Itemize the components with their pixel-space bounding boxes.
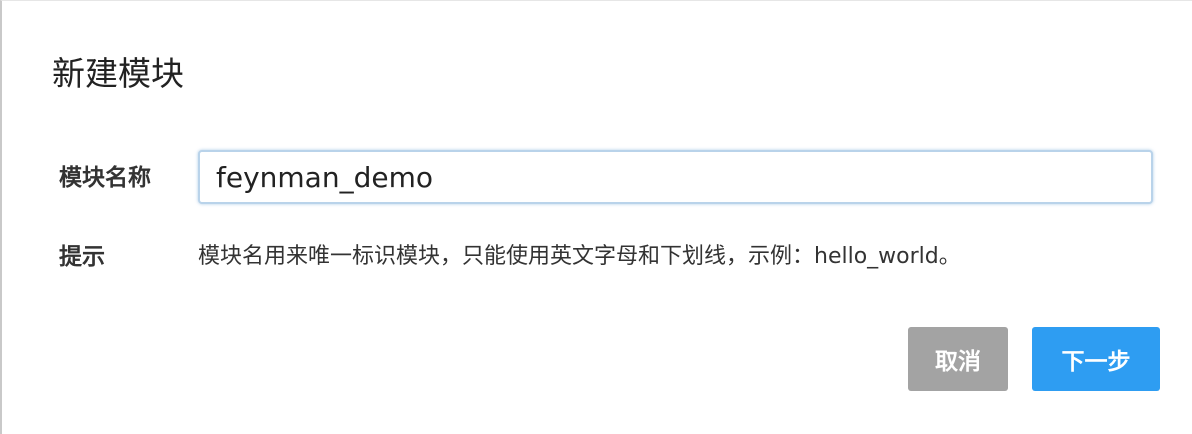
module-name-input[interactable]	[198, 150, 1153, 204]
cancel-button[interactable]: 取消	[908, 327, 1008, 391]
dialog-title: 新建模块	[52, 54, 184, 93]
hint-label: 提示	[59, 244, 105, 270]
hint-text: 模块名用来唯一标识模块，只能使用英文字母和下划线，示例：hello_world。	[198, 244, 961, 269]
next-step-button[interactable]: 下一步	[1032, 327, 1160, 391]
module-name-label: 模块名称	[59, 165, 151, 191]
new-module-dialog: 新建模块 模块名称 提示 模块名用来唯一标识模块，只能使用英文字母和下划线，示例…	[0, 0, 1192, 434]
